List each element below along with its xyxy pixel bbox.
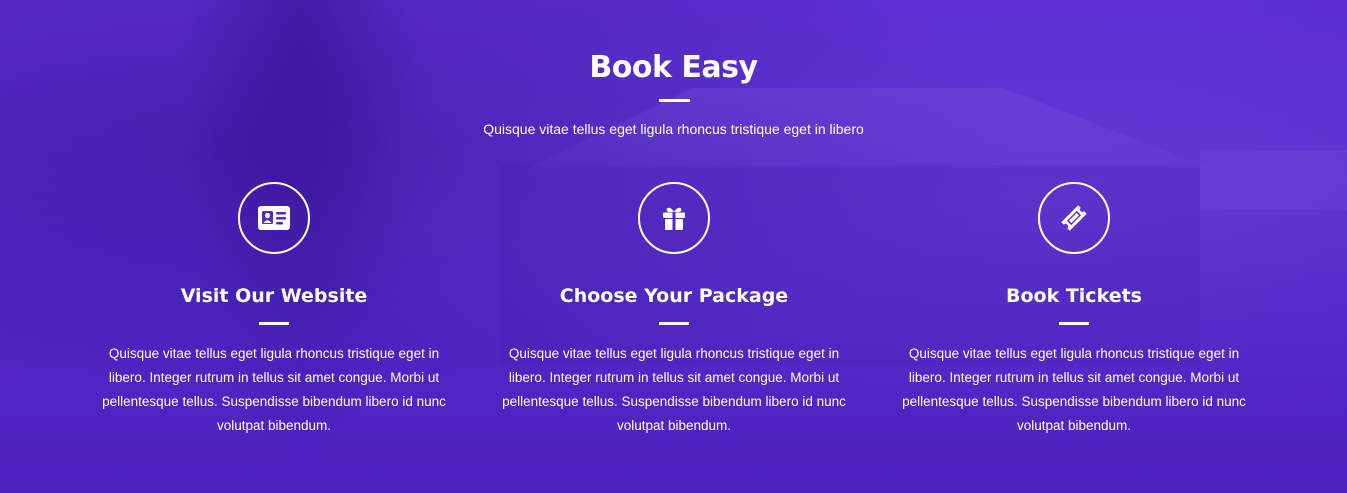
feature-description: Quisque vitae tellus eget ligula rhoncus…: [502, 346, 846, 433]
gift-icon: [638, 182, 710, 254]
book-easy-section: Book Easy Quisque vitae tellus eget ligu…: [0, 0, 1347, 493]
background-roof-right: [1200, 150, 1347, 210]
section-title: Book Easy: [589, 50, 758, 85]
ticket-icon: [1038, 182, 1110, 254]
feature-description: Quisque vitae tellus eget ligula rhoncus…: [102, 346, 446, 433]
section-subtitle: Quisque vitae tellus eget ligula rhoncus…: [483, 121, 864, 137]
feature-title: Visit Our Website: [180, 285, 368, 307]
id-card-icon: [238, 182, 310, 254]
feature-description: Quisque vitae tellus eget ligula rhoncus…: [902, 346, 1246, 433]
feature-title: Choose Your Package: [559, 285, 789, 307]
feature-underline: [659, 322, 689, 325]
title-underline: [659, 99, 690, 102]
feature-underline: [1059, 322, 1089, 325]
feature-title: Book Tickets: [1006, 285, 1142, 307]
feature-underline: [259, 322, 289, 325]
